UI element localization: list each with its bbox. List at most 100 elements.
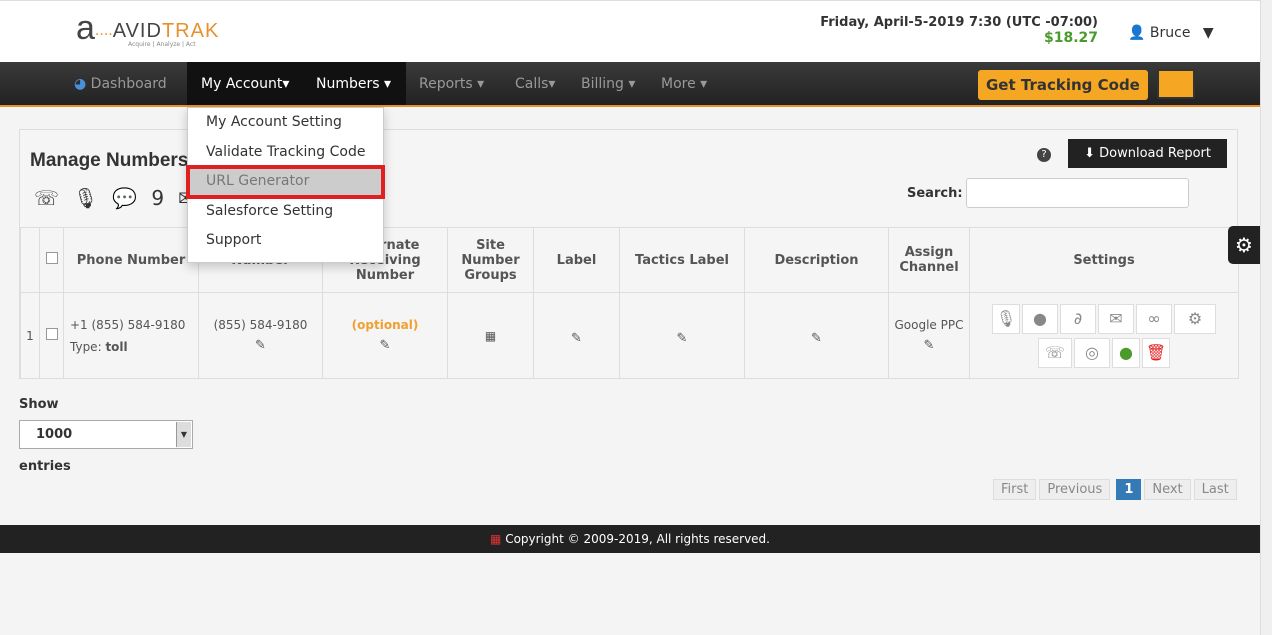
nav-dashboard[interactable]: ◕ Dashboard bbox=[60, 62, 181, 105]
type-value: toll bbox=[105, 339, 128, 354]
chat-icon[interactable]: ● bbox=[1022, 303, 1058, 334]
gears-icon[interactable]: ⚙ bbox=[1174, 303, 1216, 334]
col-site-groups: Site Number Groups bbox=[447, 227, 534, 293]
page-title: Manage Numbers bbox=[30, 150, 189, 171]
pagination: First Previous 1 Next Last bbox=[993, 479, 1237, 500]
logo-text-accent: TRAK bbox=[161, 20, 220, 42]
edit-icon[interactable]: ✎ bbox=[745, 331, 888, 346]
get-tracking-code-button[interactable]: Get Tracking Code bbox=[978, 70, 1148, 100]
header-info: Friday, April-5-2019 7:30 (UTC -07:00) $… bbox=[820, 15, 1098, 46]
pager-first[interactable]: First bbox=[993, 479, 1037, 500]
logo-text: AVID bbox=[112, 20, 162, 42]
scrollbar[interactable] bbox=[1260, 0, 1272, 635]
col-description: Description bbox=[744, 227, 889, 293]
user-name: Bruce bbox=[1149, 25, 1191, 41]
download-label: Download Report bbox=[1099, 146, 1211, 161]
dashboard-icon: ◕ bbox=[74, 76, 87, 92]
show-label: Show bbox=[19, 397, 59, 412]
pager-next[interactable]: Next bbox=[1144, 479, 1191, 500]
download-icon: ⬇ bbox=[1084, 146, 1095, 161]
nav-numbers[interactable]: Numbers ▾ bbox=[302, 62, 406, 105]
channel-cell: Google PPC ✎ bbox=[888, 292, 970, 379]
pager-previous[interactable]: Previous bbox=[1039, 479, 1111, 500]
caret-down-icon: ▼ bbox=[1202, 25, 1214, 41]
mail-icon[interactable]: ✉ bbox=[1098, 303, 1134, 334]
channel: Google PPC bbox=[894, 318, 964, 332]
datetime: Friday, April-5-2019 7:30 (UTC -07:00) bbox=[820, 15, 1098, 30]
microphone-icon[interactable]: 🎙 bbox=[73, 186, 98, 210]
entries-label: entries bbox=[19, 459, 71, 474]
type-label: Type: bbox=[70, 339, 102, 354]
grid-icon[interactable]: ▦ bbox=[447, 292, 534, 379]
balance: $18.27 bbox=[1043, 30, 1098, 46]
headset-icon[interactable]: ◎ bbox=[1074, 337, 1110, 368]
menu-item-validate-tracking-code[interactable]: Validate Tracking Code bbox=[188, 138, 383, 168]
nav-reports[interactable]: Reports ▾ bbox=[405, 62, 498, 105]
row-checkbox[interactable] bbox=[39, 292, 64, 379]
nav-more[interactable]: More ▾ bbox=[647, 62, 721, 105]
edit-icon[interactable]: ✎ bbox=[534, 331, 619, 346]
nav-my-account[interactable]: My Account▾ bbox=[187, 62, 304, 105]
edit-icon[interactable]: ✎ bbox=[620, 331, 744, 346]
trash-icon[interactable]: 🗑 bbox=[1142, 337, 1170, 368]
number: (855) 584-9180 bbox=[213, 318, 308, 332]
select-all-checkbox[interactable] bbox=[39, 227, 64, 293]
menu-item-account-setting[interactable]: My Account Setting bbox=[188, 108, 383, 138]
edit-icon[interactable]: ✎ bbox=[199, 338, 322, 353]
alternate-cell: (optional) ✎ bbox=[322, 292, 448, 379]
grid-icon: ▦ bbox=[490, 532, 502, 546]
tactics-cell: ✎ bbox=[619, 292, 745, 379]
ear-icon[interactable]: 𝟫 bbox=[151, 186, 164, 210]
edit-icon[interactable]: ✎ bbox=[323, 338, 447, 353]
call-edit-icon[interactable]: ☏ bbox=[34, 186, 59, 210]
copyright: Copyright © 2009-2019, All rights reserv… bbox=[505, 532, 770, 546]
pager-last[interactable]: Last bbox=[1193, 479, 1237, 500]
settings-gear-icon[interactable]: ⚙ bbox=[1228, 226, 1260, 264]
settings-cell: 🎙 ● ∂ ✉ ∞ ⚙ ☏ ◎ ● 🗑 bbox=[969, 292, 1239, 379]
alternate-placeholder[interactable]: (optional) bbox=[323, 318, 447, 332]
menu-item-url-generator[interactable]: URL Generator bbox=[186, 165, 385, 199]
download-report-button[interactable]: ⬇ Download Report bbox=[1068, 139, 1227, 168]
phone-cell: +1 (855) 584-9180 Type: toll bbox=[63, 292, 199, 379]
table-row: 1 +1 (855) 584-9180 Type: toll (855) 584-… bbox=[20, 292, 1239, 379]
description-cell: ✎ bbox=[744, 292, 889, 379]
main-nav: ◕ Dashboard My Account▾ Numbers ▾ Report… bbox=[0, 62, 1260, 107]
dropdown-arrow-icon: ▼ bbox=[176, 422, 191, 447]
tracking-code-icon[interactable] bbox=[1157, 69, 1195, 99]
voicemail-icon[interactable]: ∞ bbox=[1136, 303, 1172, 334]
col-label: Label bbox=[533, 227, 620, 293]
col-index bbox=[20, 227, 40, 293]
chat-icon[interactable]: 💬 bbox=[112, 186, 137, 210]
phone: +1 (855) 584-9180 bbox=[70, 317, 186, 332]
ear-icon[interactable]: ∂ bbox=[1060, 303, 1096, 334]
row-index: 1 bbox=[20, 292, 40, 379]
user-menu[interactable]: 👤 Bruce ▼ bbox=[1128, 25, 1214, 41]
page-size-value: 1000 bbox=[36, 427, 73, 442]
pager-current[interactable]: 1 bbox=[1116, 479, 1142, 500]
page-size-select[interactable]: 1000 ▼ bbox=[19, 420, 193, 449]
nav-billing[interactable]: Billing ▾ bbox=[567, 62, 649, 105]
col-settings: Settings bbox=[969, 227, 1239, 293]
caller-id-icon[interactable]: ☏ bbox=[1038, 337, 1072, 368]
search-input[interactable] bbox=[966, 178, 1189, 208]
toolbar: ☏ 🎙 💬 𝟫 ✉ bbox=[34, 186, 195, 210]
col-phone-number: Phone Number bbox=[63, 227, 199, 293]
avidtrak-logo[interactable]: a ···· AVIDTRAK Acquire | Analyze | Act bbox=[76, 11, 220, 48]
nav-label: Dashboard bbox=[90, 76, 167, 92]
user-icon: 👤 bbox=[1128, 25, 1146, 41]
logo-tagline: Acquire | Analyze | Act bbox=[128, 41, 196, 48]
lightbulb-icon[interactable]: ● bbox=[1112, 337, 1140, 368]
footer: ▦ Copyright © 2009-2019, All rights rese… bbox=[0, 525, 1260, 553]
search-label: Search: bbox=[907, 186, 963, 201]
my-account-dropdown: My Account Setting Validate Tracking Cod… bbox=[186, 107, 385, 263]
col-tactics-label: Tactics Label bbox=[619, 227, 745, 293]
menu-item-support[interactable]: Support bbox=[188, 226, 383, 256]
microphone-icon[interactable]: 🎙 bbox=[992, 303, 1020, 334]
edit-icon[interactable]: ✎ bbox=[889, 338, 969, 353]
col-assign-channel: Assign Channel bbox=[888, 227, 970, 293]
menu-item-salesforce-setting[interactable]: Salesforce Setting bbox=[188, 197, 383, 227]
number-cell: (855) 584-9180 ✎ bbox=[198, 292, 323, 379]
nav-calls[interactable]: Calls▾ bbox=[501, 62, 569, 105]
help-icon[interactable]: ? bbox=[1037, 148, 1051, 162]
label-cell: ✎ bbox=[533, 292, 620, 379]
